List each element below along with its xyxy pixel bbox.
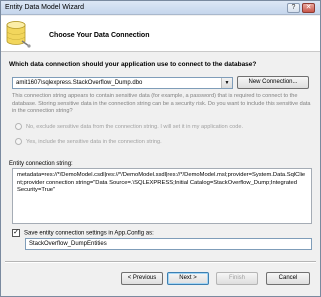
window-title: Entity Data Model Wizard — [5, 4, 84, 11]
save-settings-label: Save entity connection settings in App.C… — [24, 230, 154, 237]
entity-name-value: StackOverflow_DumpEntities — [29, 241, 107, 247]
data-connection-select[interactable]: amit1607\sqlexpress.StackOverflow_Dump.d… — [12, 77, 233, 89]
radio-exclude-sensitive[interactable]: No, exclude sensitive data from the conn… — [15, 123, 243, 130]
connection-question: Which data connection should your applic… — [9, 61, 257, 68]
new-connection-button[interactable]: New Connection... — [237, 76, 309, 89]
radio-button-icon[interactable] — [15, 138, 22, 145]
finish-button[interactable]: Finish — [216, 272, 258, 285]
save-settings-row[interactable]: ✓ Save entity connection settings in App.… — [12, 229, 154, 237]
page-title: Choose Your Data Connection — [49, 32, 150, 39]
save-settings-checkbox[interactable]: ✓ — [12, 229, 20, 237]
radio-button-icon[interactable] — [15, 123, 22, 130]
previous-button[interactable]: < Previous — [121, 272, 163, 285]
close-button[interactable]: ✕ — [302, 3, 315, 13]
help-button[interactable]: ? — [287, 3, 300, 13]
footer-divider — [5, 261, 316, 263]
wizard-header: Choose Your Data Connection — [1, 16, 320, 52]
sensitive-data-message: This connection string appears to contai… — [12, 93, 311, 115]
radio-include-label: Yes, include the sensitive data in the c… — [26, 138, 162, 145]
entity-connection-label: Entity connection string: — [9, 161, 73, 167]
next-button[interactable]: Next > — [167, 272, 209, 285]
wizard-window: Entity Data Model Wizard ? ✕ Choose Your… — [0, 0, 321, 297]
database-icon — [6, 21, 31, 48]
title-bar[interactable]: Entity Data Model Wizard ? ✕ — [1, 1, 320, 15]
cancel-button[interactable]: Cancel — [266, 272, 310, 285]
entity-name-input[interactable]: StackOverflow_DumpEntities — [25, 238, 312, 250]
entity-connection-string[interactable]: metadata=res://*/DemoModel.csdl|res://*/… — [12, 168, 312, 224]
radio-exclude-label: No, exclude sensitive data from the conn… — [26, 123, 244, 130]
radio-include-sensitive[interactable]: Yes, include the sensitive data in the c… — [15, 138, 162, 145]
chevron-down-icon[interactable]: ▼ — [221, 78, 232, 88]
data-connection-value: amit1607\sqlexpress.StackOverflow_Dump.d… — [16, 80, 143, 86]
